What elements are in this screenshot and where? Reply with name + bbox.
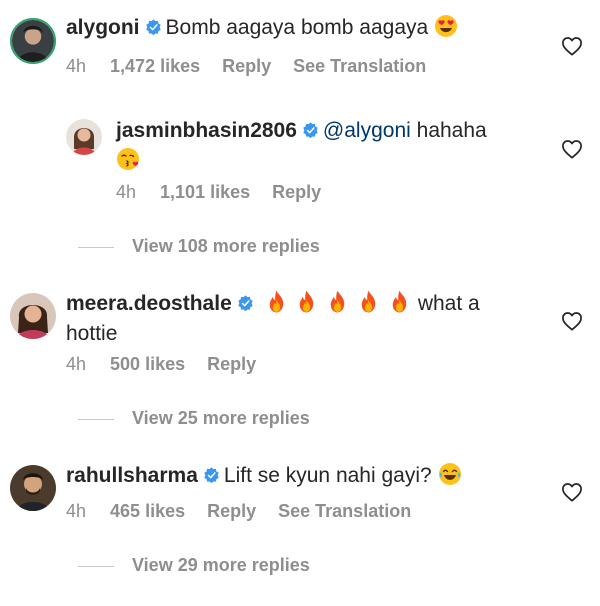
verified-badge-icon — [237, 295, 254, 312]
comment-body: rahullsharma Lift se kyun nahi gayi? — [66, 461, 462, 495]
divider-line — [78, 246, 114, 248]
fire-emoji-icon — [387, 289, 412, 314]
username[interactable]: meera.deosthale — [66, 292, 232, 315]
view-more-replies-button[interactable]: View 108 more replies — [78, 236, 320, 257]
reply-button[interactable]: Reply — [272, 182, 321, 202]
fire-emoji-icon — [325, 289, 350, 314]
comment-text: Lift se kyun nahi gayi? — [223, 464, 432, 487]
comment-text: hahaha — [416, 119, 487, 142]
fire-emoji-icon — [294, 289, 319, 314]
view-more-replies-button[interactable]: View 25 more replies — [78, 408, 310, 429]
comment-meta: 4h 1,472 likes Reply See Translation — [66, 56, 448, 77]
verified-badge-icon — [203, 467, 220, 484]
tears-of-joy-emoji-icon — [438, 462, 462, 495]
heart-eyes-emoji-icon — [434, 14, 458, 47]
reply-button[interactable]: Reply — [207, 354, 256, 374]
comment-meta: 4h 500 likes Reply — [66, 354, 278, 375]
view-more-label: View 29 more replies — [132, 555, 310, 575]
view-more-replies-button[interactable]: View 29 more replies — [78, 555, 310, 576]
heart-outline-icon[interactable] — [561, 139, 583, 159]
likes-count[interactable]: 465 likes — [110, 501, 185, 521]
comment-body: alygoni Bomb aagaya bomb aagaya — [66, 13, 458, 47]
comment-meta: 4h 465 likes Reply See Translation — [66, 501, 433, 522]
avatar[interactable] — [10, 18, 56, 64]
heart-outline-icon[interactable] — [561, 36, 583, 56]
mention-link[interactable]: @alygoni — [323, 119, 411, 142]
timestamp: 4h — [66, 501, 87, 521]
avatar[interactable] — [10, 465, 56, 511]
avatar[interactable] — [10, 293, 56, 339]
divider-line — [78, 418, 114, 420]
see-translation-button[interactable]: See Translation — [278, 501, 411, 521]
comment-body: jasminbhasin2806 @alygoni hahaha — [116, 116, 536, 180]
fire-emoji-icon — [356, 289, 381, 314]
heart-outline-icon[interactable] — [561, 482, 583, 502]
fire-emoji-icon — [264, 289, 289, 314]
likes-count[interactable]: 1,101 likes — [160, 182, 250, 202]
timestamp: 4h — [66, 354, 87, 374]
comment-text-line2: hottie — [66, 322, 118, 345]
heart-outline-icon[interactable] — [561, 311, 583, 331]
verified-badge-icon — [145, 19, 162, 36]
divider-line — [78, 565, 114, 567]
comment-body: meera.deosthale what a hottie — [66, 289, 536, 349]
avatar-image — [10, 465, 56, 511]
comment-text: Bomb aagaya bomb aagaya — [165, 16, 429, 39]
view-more-label: View 108 more replies — [132, 236, 320, 256]
timestamp: 4h — [66, 56, 87, 76]
reply-button[interactable]: Reply — [222, 56, 271, 76]
timestamp: 4h — [116, 182, 137, 202]
avatar[interactable] — [66, 119, 102, 155]
avatar-image — [10, 293, 56, 339]
avatar-image — [12, 20, 54, 62]
see-translation-button[interactable]: See Translation — [293, 56, 426, 76]
verified-badge-icon — [302, 122, 319, 139]
username[interactable]: alygoni — [66, 16, 140, 39]
reply-button[interactable]: Reply — [207, 501, 256, 521]
likes-count[interactable]: 1,472 likes — [110, 56, 200, 76]
username[interactable]: rahullsharma — [66, 464, 198, 487]
likes-count[interactable]: 500 likes — [110, 354, 185, 374]
comment-meta: 4h 1,101 likes Reply — [116, 182, 343, 203]
view-more-label: View 25 more replies — [132, 408, 310, 428]
kissing-face-emoji-icon — [116, 147, 140, 180]
comment-text: what a — [417, 292, 480, 315]
username[interactable]: jasminbhasin2806 — [116, 119, 297, 142]
avatar-image — [66, 119, 102, 155]
